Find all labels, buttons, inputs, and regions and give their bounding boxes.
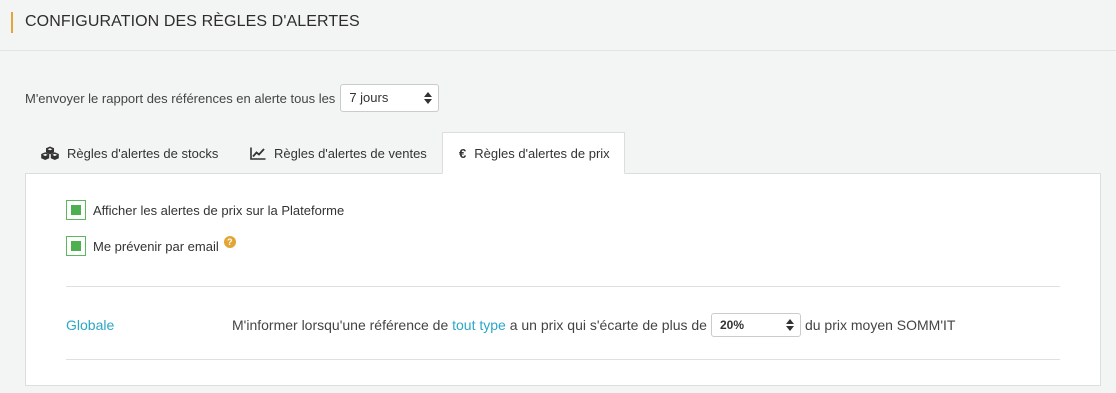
select-caret-icon <box>785 318 794 332</box>
threshold-select[interactable]: 20% <box>710 313 801 337</box>
notify-email-checkbox[interactable] <box>66 236 86 256</box>
tab-price-alerts[interactable]: € Règles d'alertes de prix <box>442 132 625 174</box>
threshold-value: 20% <box>719 318 744 332</box>
rule-text-after: du prix moyen SOMM'IT <box>804 317 956 333</box>
show-on-platform-option: Afficher les alertes de prix sur la Plat… <box>66 200 344 220</box>
rule-name-link[interactable]: Globale <box>66 317 232 333</box>
header-accent-bar <box>11 12 13 33</box>
divider <box>66 359 1060 360</box>
show-on-platform-checkbox[interactable] <box>66 200 86 220</box>
tab-sales-alerts[interactable]: Règles d'alertes de ventes <box>234 132 442 174</box>
divider <box>66 286 1060 287</box>
rule-description: M'informer lorsqu'une référence de tout … <box>232 317 707 333</box>
show-on-platform-label: Afficher les alertes de prix sur la Plat… <box>93 202 345 218</box>
select-caret-icon <box>424 91 433 105</box>
alert-rules-tabs: Règles d'alertes de stocks Règles d'aler… <box>25 132 625 174</box>
help-icon[interactable]: ? <box>223 236 236 248</box>
price-alerts-panel: Afficher les alertes de prix sur la Plat… <box>25 173 1101 386</box>
tab-sales-alerts-label: Règles d'alertes de ventes <box>274 145 427 161</box>
tab-stock-alerts[interactable]: Règles d'alertes de stocks <box>25 132 234 174</box>
tab-stock-alerts-label: Règles d'alertes de stocks <box>67 145 219 161</box>
notify-email-label: Me prévenir par email <box>93 238 219 254</box>
cubes-icon <box>41 146 59 160</box>
report-frequency-label: M'envoyer le rapport des références en a… <box>25 90 336 106</box>
notify-email-option: Me prévenir par email ? <box>66 236 236 256</box>
line-chart-icon <box>250 147 266 160</box>
page-header: CONFIGURATION DES RÈGLES D'ALERTES <box>0 0 1116 51</box>
tab-price-alerts-label: Règles d'alertes de prix <box>474 145 610 161</box>
euro-icon: € <box>459 145 467 161</box>
report-frequency-select[interactable]: 7 jours <box>340 84 440 112</box>
rule-text-middle: a un prix qui s'écarte de plus de <box>509 317 707 333</box>
page-title: CONFIGURATION DES RÈGLES D'ALERTES <box>25 13 360 30</box>
report-frequency-row: M'envoyer le rapport des références en a… <box>25 84 440 112</box>
rule-type-link[interactable]: tout type <box>452 317 506 333</box>
price-rule-row: Globale M'informer lorsqu'une référence … <box>66 312 1060 338</box>
rule-text-before: M'informer lorsqu'une référence de <box>232 317 449 333</box>
report-frequency-value: 7 jours <box>349 90 389 105</box>
